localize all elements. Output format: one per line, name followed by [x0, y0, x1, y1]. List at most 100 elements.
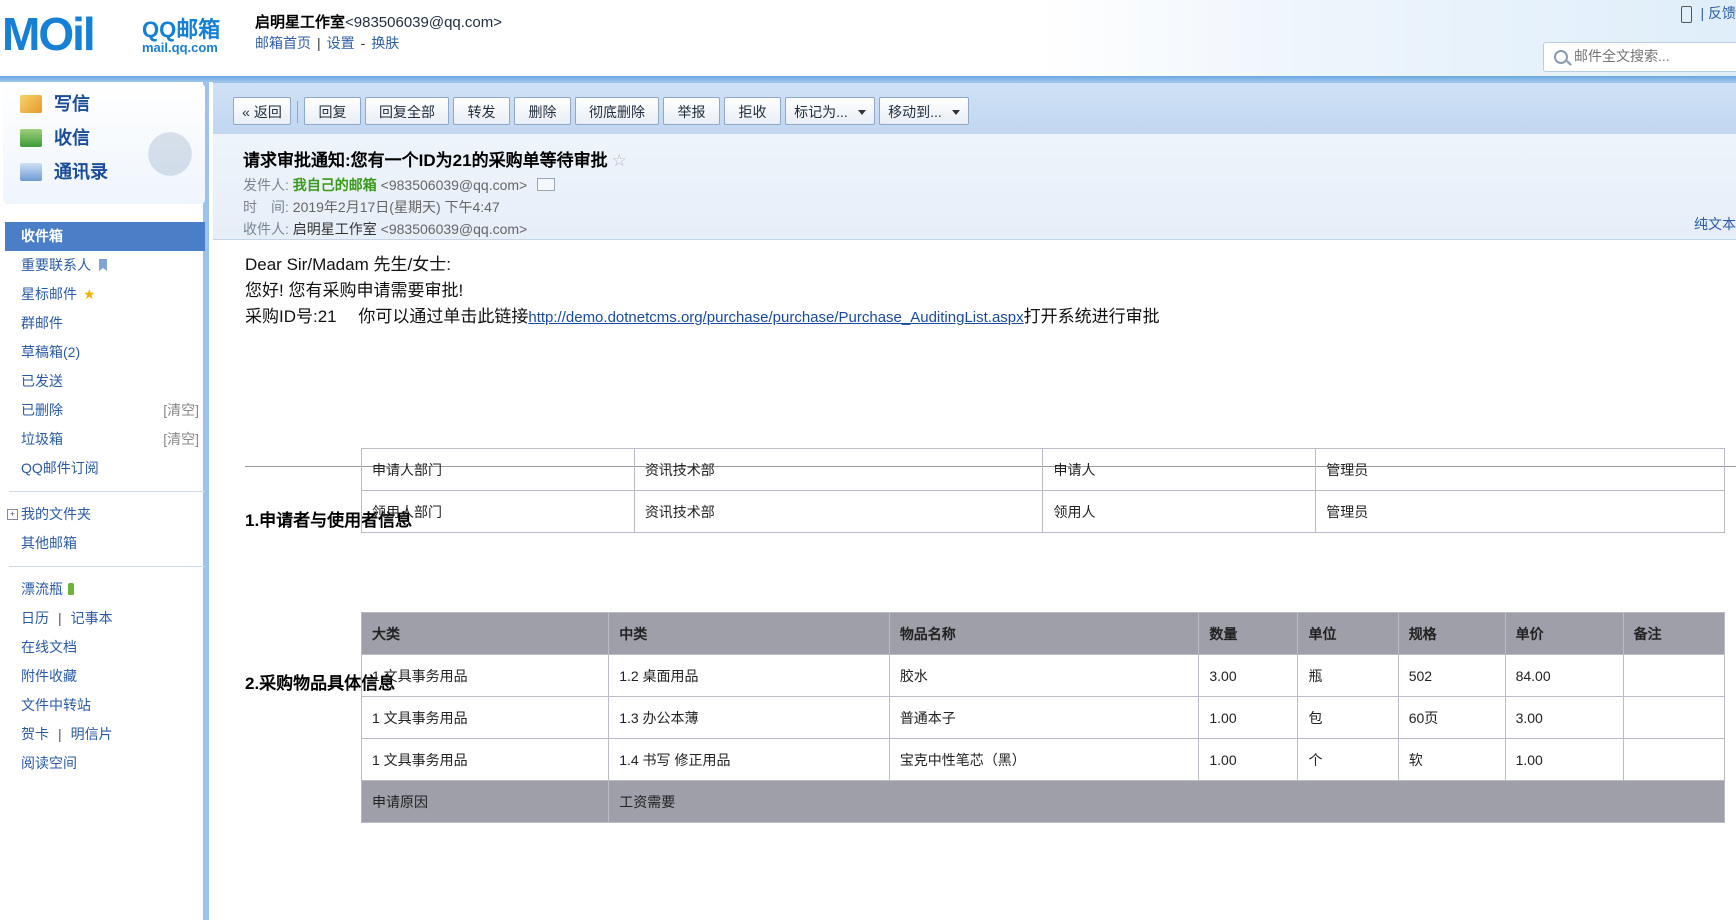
reason-value: 工资需要: [608, 780, 1725, 823]
sidebar-item-important-contacts[interactable]: 重要联系人: [5, 251, 205, 280]
table-cell: 个: [1297, 738, 1399, 781]
table-cell: 1.00: [1198, 696, 1299, 739]
sidebar-item-online-docs[interactable]: 在线文档: [5, 633, 205, 662]
table-cell: 管理员: [1315, 448, 1725, 491]
delete-permanently-button[interactable]: 彻底删除: [575, 97, 659, 125]
sidebar-item-sent[interactable]: 已发送: [5, 367, 205, 396]
sidebar-item-inbox[interactable]: 收件箱: [5, 222, 205, 251]
back-button[interactable]: « 返回: [233, 97, 291, 125]
mail-header: 请求审批通知:您有一个ID为21的采购单等待审批 ☆ 发件人: 我自己的邮箱 <9…: [213, 134, 1736, 240]
search-box[interactable]: [1543, 42, 1736, 72]
body-line-3: 采购ID号:21 你可以通过单击此链接http://demo.dotnetcms…: [245, 307, 1160, 326]
sidebar-item-file-transfer[interactable]: 文件中转站: [5, 691, 205, 720]
settings-link[interactable]: 设置: [327, 35, 355, 51]
search-input[interactable]: [1572, 47, 1736, 65]
contact-card-icon[interactable]: [537, 178, 556, 191]
applicant-info-table: 申请人部门 资讯技术部 申请人 管理员 领用人部门 资讯技术部 领用人 管理员: [361, 448, 1725, 533]
reply-all-button[interactable]: 回复全部: [365, 97, 449, 125]
sidebar-item-starred[interactable]: 星标邮件 ★: [5, 280, 205, 309]
table-cell: 1.00: [1198, 738, 1299, 781]
contacts-button[interactable]: 通讯录: [20, 158, 108, 188]
mark-as-dropdown[interactable]: 标记为...: [785, 97, 875, 125]
delete-button[interactable]: 删除: [514, 97, 571, 125]
folder-nav: 收件箱 重要联系人 星标邮件 ★ 群邮件 草稿箱(2) 已发送 已删除 [清空] 垃…: [5, 222, 205, 778]
bottle-icon: [68, 583, 74, 595]
sender-name[interactable]: 我自己的邮箱: [293, 177, 377, 193]
column-header: 数量: [1198, 612, 1299, 655]
sidebar-item-drafts[interactable]: 草稿箱(2): [5, 338, 205, 367]
move-to-dropdown[interactable]: 移动到...: [879, 97, 969, 125]
toolbar-separator: [297, 101, 298, 123]
calendar-link[interactable]: 日历: [21, 610, 49, 626]
sidebar-item-deleted[interactable]: 已删除 [清空]: [5, 396, 205, 425]
toolbar: « 返回 回复 回复全部 转发 删除 彻底删除 举报 拒收 标记为... 移动到…: [213, 82, 1736, 135]
top-links: 邮箱首页 | 设置 - 换肤: [255, 35, 400, 51]
receive-icon: [20, 129, 42, 147]
sidebar-item-reading[interactable]: 阅读空间: [5, 749, 205, 778]
table-cell: 资讯技术部: [633, 448, 1044, 491]
sidebar-item-drift-bottle[interactable]: 漂流瓶: [5, 575, 205, 604]
table-cell: [1622, 696, 1726, 739]
clear-spam-link[interactable]: [清空]: [163, 425, 199, 454]
clear-deleted-link[interactable]: [清空]: [163, 396, 199, 425]
column-header: 规格: [1397, 612, 1506, 655]
table-cell: 3.00: [1504, 696, 1624, 739]
sidebar-item-cards: 贺卡 | 明信片: [21, 726, 113, 742]
table-cell: 1.4 书写 修正用品: [608, 738, 890, 781]
table-cell: 1 文具事务用品: [360, 696, 610, 739]
reply-button[interactable]: 回复: [304, 97, 361, 125]
star-toggle-icon[interactable]: ☆: [612, 151, 627, 170]
reject-button[interactable]: 拒收: [724, 97, 781, 125]
skin-link[interactable]: 换肤: [371, 35, 399, 51]
sidebar: 写信 收信 通讯录 收件箱 重要联系人 星标邮件 ★ 群邮件 草稿箱(2) 已发送…: [0, 82, 209, 920]
mobile-icon[interactable]: [1681, 5, 1693, 23]
reason-label: 申请原因: [360, 780, 610, 823]
top-right-links: | 反馈: [1681, 3, 1736, 23]
chevron-down-icon: [857, 110, 866, 115]
compose-icon: [20, 95, 42, 113]
recipient-line: 收件人: 启明星工作室 <983506039@qq.com>: [243, 221, 528, 237]
postcard-link[interactable]: 明信片: [71, 726, 113, 742]
feedback-link[interactable]: | 反馈: [1700, 5, 1736, 21]
sidebar-item-group-mail[interactable]: 群邮件: [5, 309, 205, 338]
plain-text-link[interactable]: 纯文本: [1694, 214, 1736, 234]
table-cell: 1 文具事务用品: [360, 654, 610, 697]
report-button[interactable]: 举报: [663, 97, 720, 125]
table-cell: 1 文具事务用品: [360, 738, 610, 781]
notebook-link[interactable]: 记事本: [71, 610, 113, 626]
column-header: 大类: [360, 612, 610, 655]
table-cell: 软: [1397, 738, 1506, 781]
purchase-items-table: 大类 中类 物品名称 数量 单位 规格 单价 备注 1 文具事务用品 1.2 桌…: [360, 612, 1726, 823]
sidebar-item-my-folders[interactable]: + 我的文件夹: [5, 500, 205, 529]
table-cell: 领用人部门: [361, 490, 635, 533]
forward-button[interactable]: 转发: [453, 97, 510, 125]
quick-actions: 写信 收信 通讯录: [3, 84, 205, 204]
star-icon: ★: [83, 286, 96, 302]
compose-button[interactable]: 写信: [20, 90, 90, 120]
table-cell: 资讯技术部: [633, 490, 1044, 533]
time-line: 时 间: 2019年2月17日(星期天) 下午4:47: [243, 199, 500, 215]
table-cell: 包: [1297, 696, 1399, 739]
sidebar-item-subscriptions[interactable]: QQ邮件订阅: [5, 454, 205, 483]
sidebar-item-attachments[interactable]: 附件收藏: [5, 662, 205, 691]
mail-home-link[interactable]: 邮箱首页: [255, 35, 311, 51]
table-cell: 瓶: [1297, 654, 1399, 697]
expand-icon[interactable]: +: [7, 509, 18, 520]
receive-button[interactable]: 收信: [20, 124, 90, 154]
table-cell: 84.00: [1504, 654, 1624, 697]
table-row: 1 文具事务用品 1.2 桌面用品 胶水 3.00 瓶 502 84.00: [360, 654, 1726, 697]
table-cell: 申请人部门: [361, 448, 635, 491]
greeting-card-link[interactable]: 贺卡: [21, 726, 49, 742]
mail-body: Dear Sir/Madam 先生/女士: 您好! 您有采购申请需要审批! 采购…: [245, 252, 1725, 331]
table-cell: 60页: [1397, 696, 1506, 739]
body-line-2: 您好! 您有采购申请需要审批!: [245, 281, 464, 300]
sender-line: 发件人: 我自己的邮箱 <983506039@qq.com>: [243, 175, 556, 195]
qq-mail-logo[interactable]: MOil QQ邮箱 mail.qq.com: [2, 6, 232, 62]
table-cell: 胶水: [888, 654, 1200, 697]
sidebar-item-other-mailboxes[interactable]: 其他邮箱: [5, 529, 205, 558]
table-cell: 领用人: [1042, 490, 1317, 533]
approval-link[interactable]: http://demo.dotnetcms.org/purchase/purch…: [528, 309, 1023, 326]
sidebar-item-spam[interactable]: 垃圾箱 [清空]: [5, 425, 205, 454]
search-icon[interactable]: [1554, 50, 1568, 64]
table-row: 领用人部门 资讯技术部 领用人 管理员: [361, 490, 1725, 533]
